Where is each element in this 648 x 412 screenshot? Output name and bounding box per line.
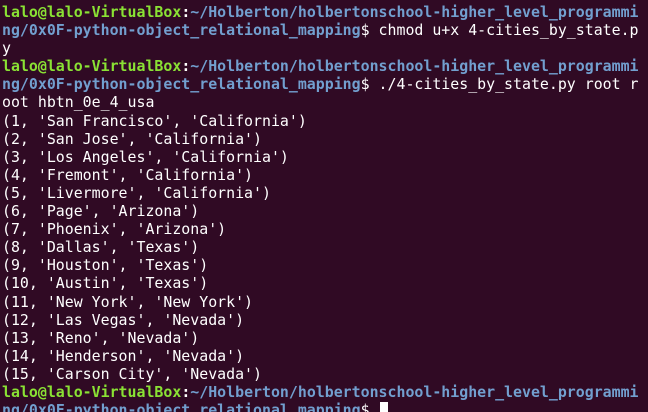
prompt-colon: : bbox=[181, 57, 191, 76]
output-line: (2, 'San Jose', 'California') bbox=[2, 129, 262, 148]
output-line: (4, 'Fremont', 'California') bbox=[2, 165, 254, 184]
prompt-colon: : bbox=[181, 382, 191, 401]
prompt-path-continued: ng/0x0F-python-object_relational_mapping bbox=[2, 75, 361, 94]
output-line: (13, 'Reno', 'Nevada') bbox=[2, 328, 200, 347]
output-line: (11, 'New York', 'New York') bbox=[2, 292, 254, 311]
terminal-line: lalo@lalo-VirtualBox:~/Holberton/holbert… bbox=[2, 57, 648, 75]
output-line: (10, 'Austin', 'Texas') bbox=[2, 274, 209, 293]
terminal-window[interactable]: lalo@lalo-VirtualBox:~/Holberton/holbert… bbox=[0, 0, 648, 412]
output-line: (3, 'Los Angeles', 'California') bbox=[2, 147, 289, 166]
terminal-line: oot hbtn_0e_4_usa bbox=[2, 93, 648, 111]
prompt-dollar: $ bbox=[360, 21, 370, 40]
output-line: (12, 'Las Vegas', 'Nevada') bbox=[2, 310, 245, 329]
terminal-line: ng/0x0F-python-object_relational_mapping… bbox=[2, 401, 648, 412]
prompt-path: ~/Holberton/holbertonschool-higher_level… bbox=[190, 3, 639, 21]
terminal-line: ng/0x0F-python-object_relational_mapping… bbox=[2, 75, 648, 93]
prompt-dollar: $ bbox=[360, 401, 370, 412]
command-text: ./4-cities_by_state.py root r bbox=[369, 75, 639, 94]
terminal-line: lalo@lalo-VirtualBox:~/Holberton/holbert… bbox=[2, 3, 648, 21]
output-line: (6, 'Page', 'Arizona') bbox=[2, 202, 200, 221]
terminal-line: lalo@lalo-VirtualBox:~/Holberton/holbert… bbox=[2, 383, 648, 401]
prompt-path: ~/Holberton/holbertonschool-higher_level… bbox=[190, 382, 639, 401]
command-text-wrapped: y bbox=[2, 39, 11, 58]
command-text: chmod u+x 4-cities_by_state.p bbox=[369, 21, 639, 40]
output-line: (5, 'Livermore', 'California') bbox=[2, 183, 271, 202]
command-text-wrapped: oot hbtn_0e_4_usa bbox=[2, 93, 155, 112]
prompt-user-host: lalo@lalo-VirtualBox bbox=[2, 3, 182, 21]
prompt-path: ~/Holberton/holbertonschool-higher_level… bbox=[190, 57, 639, 76]
prompt-dollar: $ bbox=[360, 75, 370, 94]
output-line: (14, 'Henderson', 'Nevada') bbox=[2, 346, 245, 365]
command-input[interactable] bbox=[370, 401, 379, 412]
output-line: (7, 'Phoenix', 'Arizona') bbox=[2, 220, 227, 239]
prompt-colon: : bbox=[181, 3, 191, 21]
prompt-user-host: lalo@lalo-VirtualBox bbox=[2, 57, 182, 76]
output-line: (15, 'Carson City', 'Nevada') bbox=[2, 364, 262, 383]
output-line: (1, 'San Francisco', 'California') bbox=[2, 111, 307, 130]
terminal-line: ng/0x0F-python-object_relational_mapping… bbox=[2, 21, 648, 39]
prompt-path-continued: ng/0x0F-python-object_relational_mapping bbox=[2, 401, 361, 412]
output-line: (9, 'Houston', 'Texas') bbox=[2, 256, 209, 275]
prompt-user-host: lalo@lalo-VirtualBox bbox=[2, 382, 182, 401]
terminal-line: y bbox=[2, 39, 648, 57]
text-cursor bbox=[379, 402, 388, 412]
prompt-path-continued: ng/0x0F-python-object_relational_mapping bbox=[2, 21, 361, 40]
output-line: (8, 'Dallas', 'Texas') bbox=[2, 238, 200, 257]
